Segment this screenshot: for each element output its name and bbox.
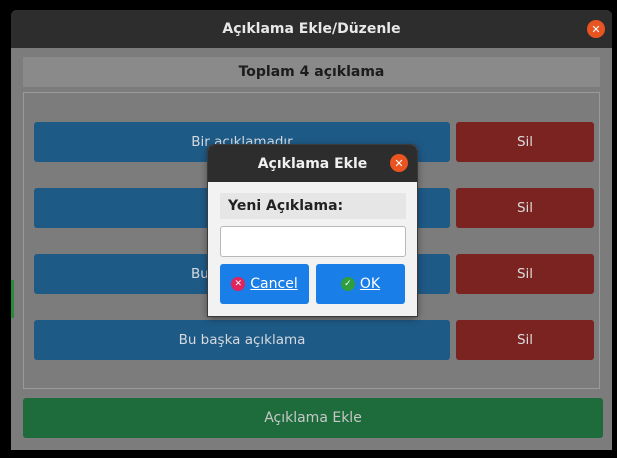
delete-button[interactable]: Sil — [456, 254, 594, 294]
delete-button[interactable]: Sil — [456, 320, 594, 360]
ok-label: OK — [359, 276, 381, 292]
dialog-title: Açıklama Ekle — [257, 155, 368, 172]
cancel-button[interactable]: ✕ Cancel — [220, 264, 309, 304]
cancel-label: Cancel — [250, 276, 298, 292]
add-description-dialog: Açıklama Ekle ✕ Yeni Açıklama: ✕ Cancel … — [208, 145, 417, 316]
description-button[interactable]: Bu başka açıklama — [34, 320, 450, 360]
new-description-input[interactable] — [220, 226, 406, 257]
total-count-label: Toplam 4 açıklama — [23, 57, 600, 87]
check-icon: ✓ — [340, 277, 355, 291]
new-description-label: Yeni Açıklama: — [220, 193, 406, 219]
delete-button[interactable]: Sil — [456, 188, 594, 228]
dialog-titlebar[interactable]: Açıklama Ekle ✕ — [208, 145, 417, 182]
add-description-button[interactable]: Açıklama Ekle — [23, 398, 603, 438]
delete-button[interactable]: Sil — [456, 122, 594, 162]
close-icon[interactable]: ✕ — [390, 154, 408, 172]
ok-button[interactable]: ✓ OK — [316, 264, 405, 304]
close-icon[interactable]: ✕ — [587, 20, 605, 38]
edge-mark — [11, 280, 14, 318]
cancel-icon: ✕ — [231, 277, 246, 291]
window-titlebar[interactable]: Açıklama Ekle/Düzenle ✕ — [11, 10, 612, 48]
window-title: Açıklama Ekle/Düzenle — [222, 21, 401, 37]
